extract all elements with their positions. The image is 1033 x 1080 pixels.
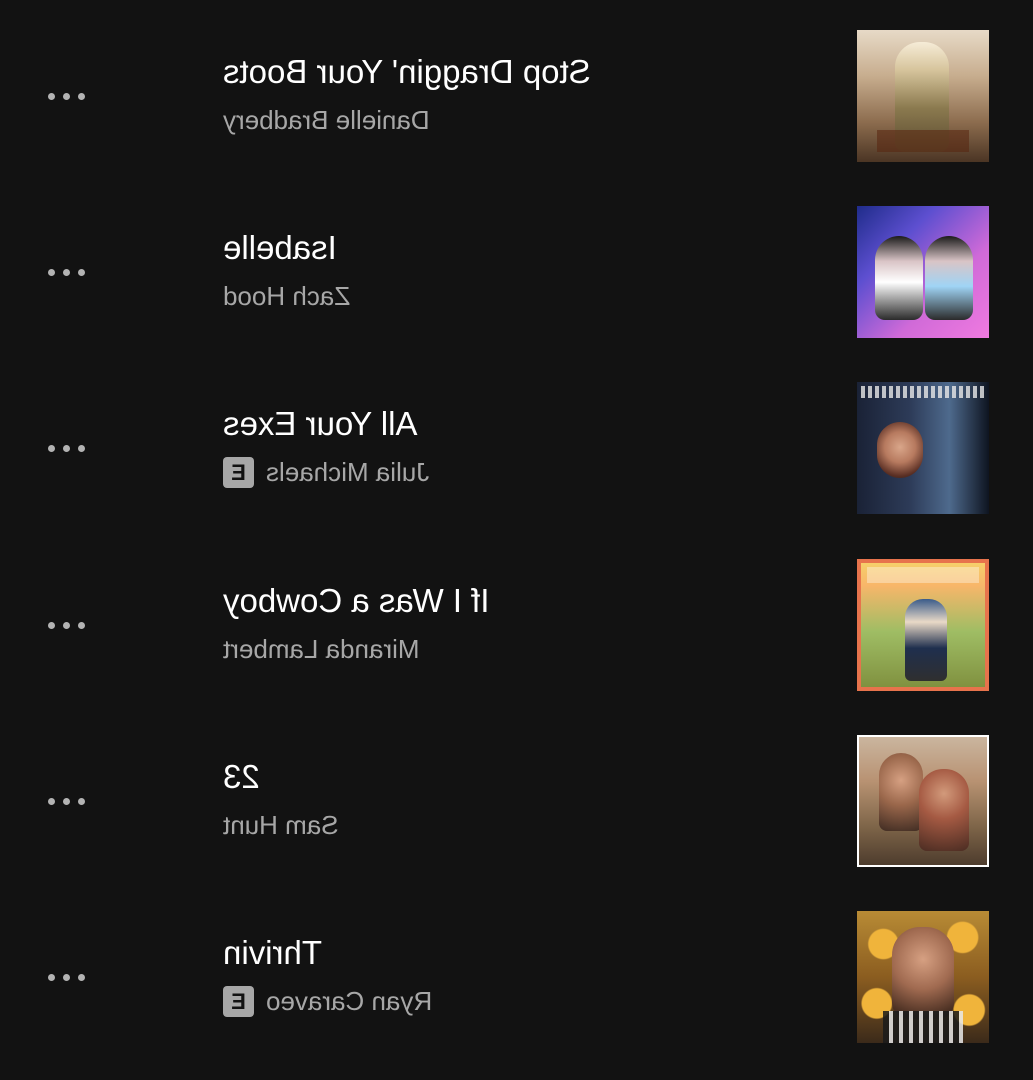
more-options-icon — [77, 92, 85, 100]
track-subtitle: Danielle Bradbery — [223, 102, 823, 138]
more-options-button[interactable] — [30, 70, 102, 122]
track-row[interactable]: All Your Exes E Julia Michaels — [0, 360, 1033, 536]
track-row[interactable]: Stop Draggin' Your Boots Danielle Bradbe… — [0, 8, 1033, 184]
album-art — [857, 735, 989, 867]
more-options-icon — [62, 621, 70, 629]
track-row[interactable]: Thrivin E Ryan Caraveo — [0, 889, 1033, 1065]
track-text: 23 Sam Hunt — [223, 755, 823, 843]
track-title: All Your Exes — [223, 405, 418, 442]
explicit-badge: E — [223, 456, 254, 488]
more-options-icon — [77, 621, 85, 629]
more-options-icon — [62, 268, 70, 276]
more-options-button[interactable] — [30, 951, 102, 1003]
track-title: If I Was a Cowboy — [223, 582, 490, 619]
track-title: 23 — [223, 758, 260, 795]
more-options-button[interactable] — [30, 246, 102, 298]
track-subtitle: E Ryan Caraveo — [223, 983, 823, 1019]
more-options-icon — [47, 973, 55, 981]
track-text: Stop Draggin' Your Boots Danielle Bradbe… — [223, 50, 823, 138]
track-title: Stop Draggin' Your Boots — [223, 53, 591, 90]
more-options-button[interactable] — [30, 422, 102, 474]
track-subtitle: Sam Hunt — [223, 807, 823, 843]
track-title: Thrivin — [223, 934, 323, 971]
track-subtitle: Miranda Lambert — [223, 631, 823, 667]
track-artist: Ryan Caraveo — [266, 986, 433, 1016]
album-art — [857, 911, 989, 1043]
more-options-icon — [77, 444, 85, 452]
track-artist: Zach Hood — [223, 281, 351, 311]
track-artist: Sam Hunt — [223, 810, 339, 840]
more-options-icon — [62, 973, 70, 981]
track-subtitle: E Julia Michaels — [223, 454, 823, 490]
track-row[interactable]: If I Was a Cowboy Miranda Lambert — [0, 537, 1033, 713]
album-art — [857, 206, 989, 338]
album-art — [857, 30, 989, 162]
track-subtitle: Zach Hood — [223, 278, 823, 314]
more-options-icon — [47, 797, 55, 805]
more-options-button[interactable] — [30, 775, 102, 827]
more-options-icon — [62, 797, 70, 805]
track-text: All Your Exes E Julia Michaels — [223, 402, 823, 490]
explicit-badge: E — [223, 985, 254, 1017]
more-options-icon — [62, 444, 70, 452]
more-options-icon — [77, 797, 85, 805]
more-options-button[interactable] — [30, 599, 102, 651]
track-row[interactable]: 23 Sam Hunt — [0, 713, 1033, 889]
more-options-icon — [47, 92, 55, 100]
track-artist: Danielle Bradbery — [223, 105, 430, 135]
album-art — [857, 382, 989, 514]
track-list: Stop Draggin' Your Boots Danielle Bradbe… — [0, 0, 1033, 1080]
track-artist: Miranda Lambert — [223, 634, 420, 664]
track-text: Thrivin E Ryan Caraveo — [223, 931, 823, 1019]
more-options-icon — [47, 268, 55, 276]
track-artist: Julia Michaels — [266, 457, 430, 487]
track-title: Isabelle — [223, 229, 337, 266]
track-text: If I Was a Cowboy Miranda Lambert — [223, 579, 823, 667]
more-options-icon — [62, 92, 70, 100]
more-options-icon — [77, 268, 85, 276]
more-options-icon — [47, 621, 55, 629]
more-options-icon — [77, 973, 85, 981]
album-art — [857, 559, 989, 691]
track-text: Isabelle Zach Hood — [223, 226, 823, 314]
more-options-icon — [47, 444, 55, 452]
track-row[interactable]: Isabelle Zach Hood — [0, 184, 1033, 360]
